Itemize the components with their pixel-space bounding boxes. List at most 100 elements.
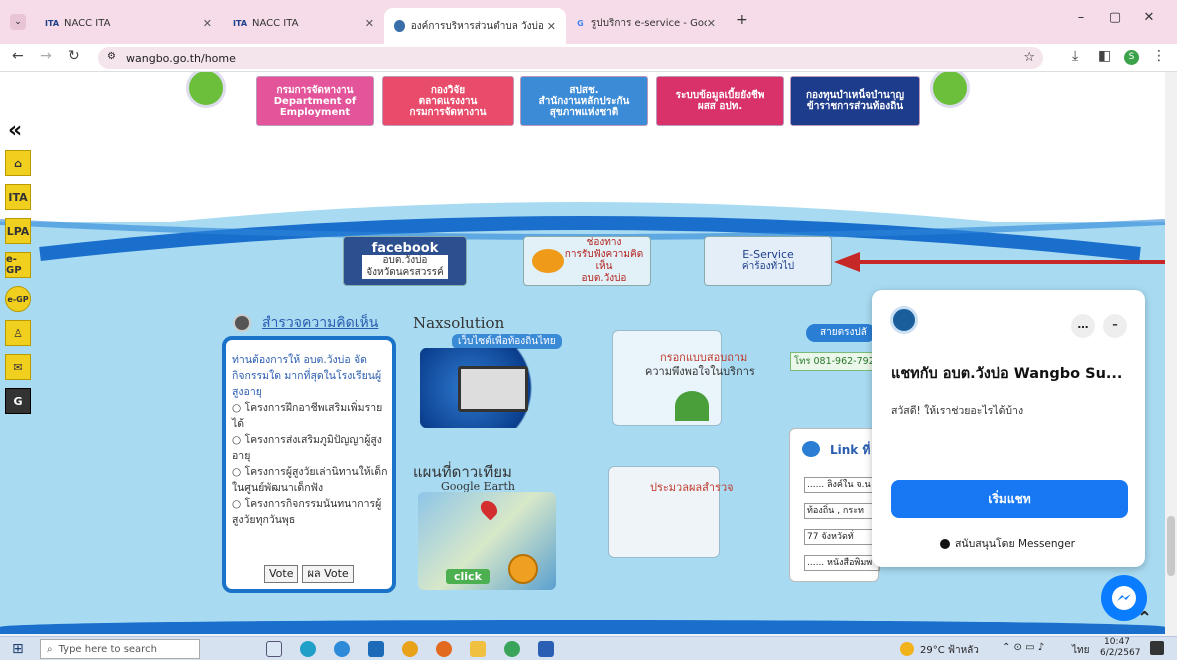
home-icon[interactable]: ⌂ — [5, 150, 31, 176]
phone-number: โทร 081-962-792 — [790, 352, 879, 371]
notification-icon[interactable] — [1150, 641, 1164, 655]
site-info-icon[interactable]: ⚙ — [107, 51, 116, 62]
forward-icon[interactable]: → — [40, 48, 52, 64]
poll-option-2[interactable]: ○ โครงการส่งเสริมภูมิปัญญาผู้สูงอายุ — [232, 432, 388, 464]
feedback-line3: อบต.วังบ่อ — [581, 273, 627, 284]
edge-icon[interactable] — [300, 641, 316, 657]
eservice-link[interactable]: E-Service ค่าร้องทั่วไป — [704, 236, 832, 286]
banner-employment[interactable]: กรมการจัดหางาน Department of Employment — [256, 76, 374, 126]
tab-3-close-icon[interactable]: ✕ — [547, 20, 556, 33]
translate-icon[interactable]: G — [5, 388, 31, 414]
profile-avatar[interactable]: S — [1124, 50, 1139, 65]
banner-nhso[interactable]: สปสช. สำนักงานหลักประกันสุขภาพแห่งชาติ — [520, 76, 648, 126]
minimize-icon[interactable]: – — [1066, 10, 1096, 25]
tab-2-label: NACC ITA — [252, 17, 299, 29]
bottom-wave — [0, 620, 1165, 634]
facebook-title: facebook — [371, 241, 439, 256]
messenger-small-icon — [940, 538, 950, 549]
back-icon[interactable]: ← — [12, 48, 24, 64]
task-view-icon[interactable] — [266, 641, 282, 657]
messenger-chat-widget: … – แชทกับ อบต.วังบ่อ Wangbo Su... สวัสด… — [872, 290, 1145, 567]
tab-4[interactable]: G รูปบริการ e-service - Google Sea ✕ — [566, 8, 726, 38]
clock-date[interactable]: 6/2/2567 — [1100, 648, 1140, 658]
windows-taskbar: ⊞ ⌕ Type here to search 29°C ฟ้าหลัว ⌃ ⊙… — [0, 636, 1177, 660]
banner-labor-research[interactable]: กองวิจัย ตลาดแรงงาน กรมการจัดหางาน — [382, 76, 514, 126]
mail-icon[interactable]: ✉ — [5, 354, 31, 380]
person-icon[interactable]: ♙ — [5, 320, 31, 346]
banner-allowance[interactable]: ระบบข้อมูลเบี้ยยังชีพ ผสส อปท. — [656, 76, 784, 126]
chrome-active-icon[interactable] — [504, 641, 520, 657]
close-window-icon[interactable]: ✕ — [1134, 10, 1164, 25]
sidebar-item-ita[interactable]: ITA — [5, 184, 31, 210]
hotline-badge[interactable]: สายตรงปลั — [806, 324, 876, 342]
link-panel-title: Link ที่ — [830, 443, 871, 457]
address-bar[interactable]: ⚙ wangbo.go.th/home ☆ — [98, 47, 1043, 69]
ita-icon: ITA — [233, 18, 248, 28]
red-arrow-annotation — [834, 252, 1165, 272]
side-panel-icon[interactable]: ◧ — [1098, 48, 1111, 64]
search-icon: ⌕ — [47, 643, 53, 655]
firefox-icon[interactable] — [436, 641, 452, 657]
page-scrollbar[interactable] — [1165, 72, 1177, 636]
link-item-2[interactable]: ท้องถิ่น , กระท — [804, 503, 880, 519]
tab-2[interactable]: ITA NACC ITA ✕ — [224, 8, 384, 38]
download-icon[interactable]: ⤓ — [1072, 48, 1078, 64]
windows-start-icon[interactable]: ⊞ — [12, 641, 24, 657]
globe-laptop-image[interactable] — [420, 348, 562, 428]
weather-text[interactable]: 29°C ฟ้าหลัว — [920, 643, 979, 658]
weather-icon — [900, 642, 914, 656]
clock-time[interactable]: 10:47 — [1104, 637, 1130, 647]
bookmark-star-icon[interactable]: ☆ — [1023, 50, 1035, 65]
click-button[interactable]: click — [446, 569, 490, 584]
mail-app-icon[interactable] — [368, 641, 384, 657]
start-chat-button[interactable]: เริ่มแชท — [891, 480, 1128, 518]
feedback-link[interactable]: ช่องทาง การรับฟังความคิดเห็น อบต.วังบ่อ — [523, 236, 651, 286]
word-icon[interactable] — [538, 641, 554, 657]
link-item-1[interactable]: ...... ลิงค์ใน จ.น — [804, 477, 880, 493]
input-language[interactable]: ไทย — [1072, 643, 1089, 658]
satellite-map-image[interactable]: click — [418, 492, 556, 590]
eservice-line1: E-Service — [742, 248, 794, 261]
tab-3-active[interactable]: องค์การบริหารส่วนตำบล วังบ่อ อ.หน... ✕ — [384, 8, 566, 44]
page-avatar — [890, 306, 918, 334]
vote-button[interactable]: Vote — [264, 565, 299, 583]
chat-title: แชทกับ อบต.วังบ่อ Wangbo Su... — [891, 366, 1123, 382]
sidebar-item-lpa[interactable]: LPA — [5, 218, 31, 244]
link-panel: Link ที่ ...... ลิงค์ใน จ.น ท้องถิ่น , ก… — [789, 428, 880, 582]
tab-4-close-icon[interactable]: ✕ — [707, 17, 716, 30]
file-explorer-icon[interactable] — [470, 641, 486, 657]
new-tab-button[interactable]: + — [736, 12, 748, 28]
sidebar-item-egp[interactable]: e-GP — [5, 252, 31, 278]
site-icon — [394, 20, 405, 32]
chat-options-icon[interactable]: … — [1071, 314, 1095, 338]
taskbar-search-input[interactable]: ⌕ Type here to search — [40, 639, 200, 659]
tab-2-close-icon[interactable]: ✕ — [365, 17, 374, 30]
tab-search-icon[interactable]: ⌄ — [10, 14, 26, 30]
chrome-icon[interactable] — [402, 641, 418, 657]
poll-option-4[interactable]: ○ โครงการกิจกรรมนันทนาการผู้สูงวัยทุกวัน… — [232, 496, 388, 528]
link-item-3[interactable]: 77 จังหวัดทั่ — [804, 529, 880, 545]
tab-1[interactable]: ITA NACC ITA ✕ — [36, 8, 222, 38]
tray-icons[interactable]: ⌃ ⊙ ▭ ♪ — [1002, 642, 1044, 653]
maximize-icon[interactable]: ▢ — [1100, 10, 1130, 25]
poll-icon — [233, 314, 251, 332]
scroll-to-top-icon[interactable]: ⌃ — [1137, 608, 1152, 629]
menu-icon[interactable]: ⋮ — [1152, 48, 1166, 64]
messenger-credit-text: สนับสนุนโดย Messenger — [955, 538, 1075, 550]
url-text: wangbo.go.th/home — [126, 51, 236, 65]
link-item-4[interactable]: ...... หนังสือพิมพ — [804, 555, 880, 571]
vote-result-button[interactable]: ผล Vote — [302, 565, 354, 583]
facebook-link[interactable]: facebook อบต.วังบ่อ จังหวัดนครสวรรค์ — [343, 236, 467, 286]
feedback-line2: การรับฟังความคิดเห็น — [564, 249, 644, 272]
collapse-sidebar-icon[interactable]: « — [8, 118, 22, 143]
ie-icon[interactable] — [334, 641, 350, 657]
banner-pension-fund[interactable]: กองทุนบำเหน็จบำนาญ ข้าราชการส่วนท้องถิ่น — [790, 76, 920, 126]
chat-minimize-icon[interactable]: – — [1103, 314, 1127, 338]
reload-icon[interactable]: ↻ — [68, 48, 80, 64]
sidebar-item-egp-globe[interactable]: e-GP — [5, 286, 31, 312]
poll-option-1[interactable]: ○ โครงการฝึกอาชีพเสริมเพิ่มรายได้ — [232, 400, 388, 432]
browser-tab-strip: ⌄ ITA NACC ITA ✕ ITA NACC ITA ✕ องค์การบ… — [0, 0, 1177, 44]
poll-option-3[interactable]: ○ โครงการผู้สูงวัยเล่านิทานให้เด็กในศูนย… — [232, 464, 388, 496]
scrollbar-thumb[interactable] — [1167, 516, 1175, 576]
tab-1-close-icon[interactable]: ✕ — [203, 17, 212, 30]
